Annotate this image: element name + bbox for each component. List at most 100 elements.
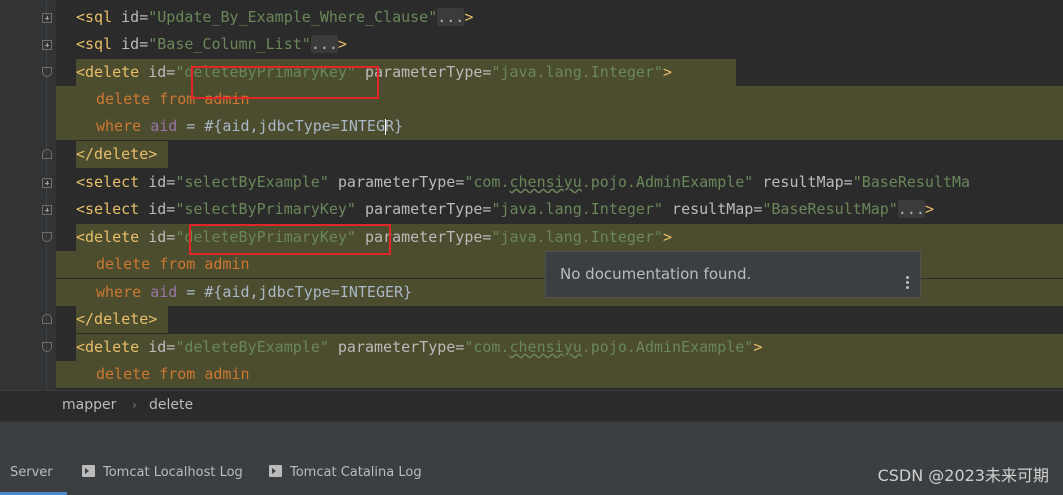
sql-table: admin: [204, 365, 250, 383]
xml-tag: <delete: [76, 63, 149, 81]
xml-value: "BaseResultMap": [762, 200, 898, 218]
xml-tag: <select: [76, 200, 149, 218]
sql-keyword: delete: [96, 255, 160, 273]
xml-value: "deleteByExample": [175, 338, 329, 356]
breadcrumb-item-delete[interactable]: delete: [149, 397, 193, 413]
xml-tag: >: [663, 228, 673, 246]
xml-attr: id=: [148, 63, 176, 81]
sql-keyword: delete: [96, 365, 160, 383]
xml-value: .pojo.AdminExample": [581, 173, 754, 191]
xml-tag: <delete: [76, 338, 149, 356]
xml-value-typo: chensiyu: [509, 173, 582, 191]
xml-attr: id=: [121, 8, 149, 26]
xml-value: "com.: [464, 173, 510, 191]
fold-expand-icon[interactable]: [42, 205, 52, 215]
code-line[interactable]: <sql id="Update_By_Example_Where_Clause"…: [76, 4, 473, 31]
sql-keyword: where: [96, 283, 151, 301]
xml-value: "com.: [464, 338, 510, 356]
tool-window-area: [0, 421, 1063, 461]
code-line[interactable]: <select id="selectByPrimaryKey" paramete…: [76, 196, 934, 223]
xml-tag: </delete>: [76, 310, 158, 328]
xml-tag: <sql: [76, 8, 122, 26]
xml-attr: parameterType=: [328, 338, 465, 356]
fold-expand-icon[interactable]: [42, 40, 52, 50]
sql-table: admin: [204, 255, 250, 273]
xml-attr: id=: [148, 173, 176, 191]
sql-text: = #{aid,jdbcType=INTEGER}: [177, 283, 413, 301]
watermark: CSDN @2023未来可期: [877, 466, 1049, 485]
xml-value: "selectByExample": [175, 173, 329, 191]
more-options-icon[interactable]: [906, 276, 910, 291]
sql-text: R}: [385, 117, 404, 135]
xml-tag: >: [753, 338, 763, 356]
sql-keyword: delete: [96, 90, 160, 108]
fold-collapse-icon[interactable]: [42, 232, 52, 242]
gutter-separator: [46, 0, 47, 390]
folded-region[interactable]: ...: [897, 200, 925, 218]
code-line[interactable]: delete from admin: [96, 361, 250, 388]
tab-tomcat-catalina-log[interactable]: Tomcat Catalina Log: [269, 461, 422, 495]
xml-tag: <sql: [76, 35, 122, 53]
xml-attr: id=: [148, 200, 176, 218]
folded-region[interactable]: ...: [437, 8, 465, 26]
breadcrumb-item-mapper[interactable]: mapper: [62, 397, 116, 413]
sql-text: = #{aid,jdbcType=INTEG: [177, 117, 385, 135]
xml-attr: resultMap=: [753, 173, 853, 191]
xml-attr: parameterType=: [355, 200, 492, 218]
fold-collapse-icon[interactable]: [42, 67, 52, 77]
chevron-right-icon: ›: [132, 398, 137, 412]
xml-attr: id=: [148, 228, 176, 246]
fold-end-icon[interactable]: [42, 314, 52, 324]
sql-keyword: where: [96, 117, 151, 135]
fold-collapse-icon[interactable]: [42, 342, 52, 352]
sql-column: aid: [150, 283, 178, 301]
code-line[interactable]: where aid = #{aid,jdbcType=INTEGER}: [96, 279, 412, 306]
terminal-icon: [82, 465, 95, 477]
xml-value: "java.lang.Integer": [491, 228, 664, 246]
fold-end-icon[interactable]: [42, 149, 52, 159]
xml-attr: id=: [121, 35, 149, 53]
annotation-box: [191, 66, 379, 99]
code-line[interactable]: <sql id="Base_Column_List"...>: [76, 31, 347, 58]
tab-label: Server: [10, 465, 53, 480]
xml-value: "java.lang.Integer": [491, 63, 664, 81]
code-line[interactable]: <select id="selectByExample" parameterTy…: [76, 169, 970, 196]
annotation-box: [189, 224, 391, 255]
terminal-icon: [269, 465, 282, 477]
xml-value: "Update_By_Example_Where_Clause": [148, 8, 438, 26]
tab-tomcat-localhost-log[interactable]: Tomcat Localhost Log: [82, 461, 243, 495]
xml-value: "Base_Column_List": [148, 35, 311, 53]
sql-keyword: from: [159, 365, 205, 383]
popup-message: No documentation found.: [560, 265, 752, 283]
xml-tag: <delete: [76, 228, 149, 246]
xml-tag: </delete>: [76, 145, 158, 163]
xml-attr: parameterType=: [328, 173, 465, 191]
xml-tag: >: [924, 200, 934, 218]
fold-expand-icon[interactable]: [42, 178, 52, 188]
xml-tag: >: [464, 8, 474, 26]
xml-tag: >: [663, 63, 673, 81]
code-line[interactable]: <delete id="deleteByExample" parameterTy…: [76, 334, 762, 361]
documentation-popup: No documentation found.: [545, 251, 921, 298]
xml-attr: id=: [148, 338, 176, 356]
code-line[interactable]: </delete>: [76, 306, 157, 333]
folded-region[interactable]: ...: [310, 35, 338, 53]
sql-column: aid: [150, 117, 178, 135]
fold-expand-icon[interactable]: [42, 13, 52, 23]
sql-keyword: from: [159, 255, 205, 273]
xml-value: "java.lang.Integer": [491, 200, 664, 218]
code-editor[interactable]: <sql id="Update_By_Example_Where_Clause"…: [0, 0, 1063, 390]
xml-attr: resultMap=: [663, 200, 763, 218]
xml-tag: >: [337, 35, 347, 53]
xml-value: "BaseResultMa: [852, 173, 971, 191]
tab-label: Tomcat Localhost Log: [103, 465, 243, 480]
xml-value: .pojo.AdminExample": [581, 338, 754, 356]
tab-server[interactable]: Server: [0, 461, 67, 495]
code-line[interactable]: where aid = #{aid,jdbcType=INTEGR}: [96, 113, 403, 140]
xml-value: "selectByPrimaryKey": [175, 200, 356, 218]
code-line[interactable]: </delete>: [76, 141, 157, 168]
tab-label: Tomcat Catalina Log: [290, 465, 422, 480]
code-line[interactable]: delete from admin: [96, 251, 250, 278]
breadcrumb: mapper › delete: [0, 390, 1063, 421]
editor-gutter: [0, 0, 56, 390]
